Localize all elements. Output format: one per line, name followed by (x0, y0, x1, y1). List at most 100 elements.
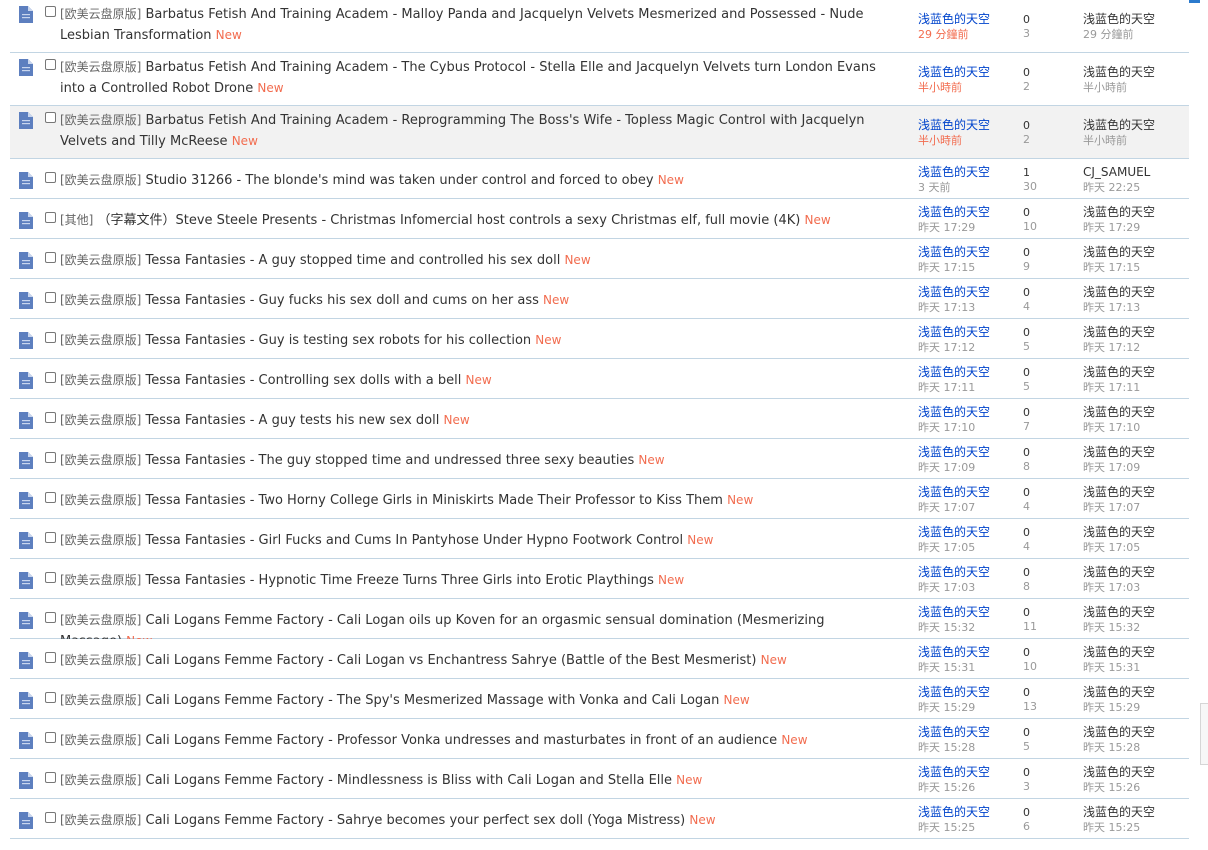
thread-select-checkbox[interactable] (45, 59, 56, 70)
author-link[interactable]: 浅蓝色的天空 (918, 565, 990, 580)
document-icon[interactable] (19, 652, 33, 669)
author-link[interactable]: 浅蓝色的天空 (918, 325, 990, 340)
document-icon[interactable] (19, 332, 33, 349)
last-post-time[interactable]: 昨天 22:25 (1083, 180, 1150, 195)
document-icon[interactable] (19, 492, 33, 509)
last-poster-link[interactable]: 浅蓝色的天空 (1083, 245, 1155, 260)
last-post-time[interactable]: 昨天 17:09 (1083, 460, 1155, 475)
thread-title-link[interactable]: Tessa Fantasies - Guy fucks his sex doll… (146, 293, 539, 308)
scroll-to-top-tab[interactable] (1200, 703, 1208, 765)
last-poster-link[interactable]: CJ_SAMUEL (1083, 165, 1150, 180)
document-icon[interactable] (19, 59, 33, 76)
thread-title-link[interactable]: Cali Logans Femme Factory - The Spy's Me… (146, 693, 720, 708)
last-poster-link[interactable]: 浅蓝色的天空 (1083, 765, 1155, 780)
thread-select-checkbox[interactable] (45, 332, 56, 343)
thread-category-link[interactable]: [其他] (60, 213, 93, 227)
thread-title-link[interactable]: Tessa Fantasies - A guy tests his new se… (146, 413, 440, 428)
last-post-time[interactable]: 昨天 15:26 (1083, 780, 1155, 795)
thread-select-checkbox[interactable] (45, 612, 56, 623)
author-link[interactable]: 浅蓝色的天空 (918, 285, 990, 300)
thread-category-link[interactable]: [欧美云盘原版] (60, 613, 141, 627)
thread-title-link[interactable]: Barbatus Fetish And Training Academ - Ma… (60, 7, 864, 43)
document-icon[interactable] (19, 372, 33, 389)
thread-title-link[interactable]: Tessa Fantasies - The guy stopped time a… (146, 453, 635, 468)
last-post-time[interactable]: 昨天 17:05 (1083, 540, 1155, 555)
last-poster-link[interactable]: 浅蓝色的天空 (1083, 565, 1155, 580)
author-link[interactable]: 浅蓝色的天空 (918, 765, 990, 780)
author-link[interactable]: 浅蓝色的天空 (918, 245, 990, 260)
thread-select-checkbox[interactable] (45, 572, 56, 583)
last-poster-link[interactable]: 浅蓝色的天空 (1083, 365, 1155, 380)
thread-category-link[interactable]: [欧美云盘原版] (60, 373, 141, 387)
last-post-time[interactable]: 昨天 15:28 (1083, 740, 1155, 755)
document-icon[interactable] (19, 692, 33, 709)
last-poster-link[interactable]: 浅蓝色的天空 (1083, 725, 1155, 740)
last-poster-link[interactable]: 浅蓝色的天空 (1083, 445, 1155, 460)
thread-select-checkbox[interactable] (45, 112, 56, 123)
thread-title-link[interactable]: Barbatus Fetish And Training Academ - Re… (60, 113, 865, 149)
last-poster-link[interactable]: 浅蓝色的天空 (1083, 685, 1155, 700)
last-poster-link[interactable]: 浅蓝色的天空 (1083, 645, 1155, 660)
thread-select-checkbox[interactable] (45, 412, 56, 423)
document-icon[interactable] (19, 452, 33, 469)
thread-category-link[interactable]: [欧美云盘原版] (60, 413, 141, 427)
last-poster-link[interactable]: 浅蓝色的天空 (1083, 325, 1155, 340)
author-link[interactable]: 浅蓝色的天空 (918, 365, 990, 380)
document-icon[interactable] (19, 612, 33, 629)
thread-title-link[interactable]: Cali Logans Femme Factory - Professor Vo… (146, 733, 778, 748)
document-icon[interactable] (19, 772, 33, 789)
thread-title-link[interactable]: （字幕文件）Steve Steele Presents - Christmas … (98, 213, 801, 228)
last-poster-link[interactable]: 浅蓝色的天空 (1083, 205, 1155, 220)
thread-category-link[interactable]: [欧美云盘原版] (60, 653, 141, 667)
thread-title-link[interactable]: Tessa Fantasies - Hypnotic Time Freeze T… (146, 573, 654, 588)
thread-title-link[interactable]: Studio 31266 - The blonde's mind was tak… (146, 173, 654, 188)
last-poster-link[interactable]: 浅蓝色的天空 (1083, 605, 1155, 620)
last-post-time[interactable]: 昨天 17:11 (1083, 380, 1155, 395)
thread-select-checkbox[interactable] (45, 292, 56, 303)
document-icon[interactable] (19, 6, 33, 23)
thread-category-link[interactable]: [欧美云盘原版] (60, 253, 141, 267)
document-icon[interactable] (19, 412, 33, 429)
document-icon[interactable] (19, 812, 33, 829)
thread-category-link[interactable]: [欧美云盘原版] (60, 113, 141, 127)
thread-select-checkbox[interactable] (45, 452, 56, 463)
author-link[interactable]: 浅蓝色的天空 (918, 118, 990, 133)
author-link[interactable]: 浅蓝色的天空 (918, 725, 990, 740)
thread-select-checkbox[interactable] (45, 812, 56, 823)
last-post-time[interactable]: 半小時前 (1083, 80, 1155, 95)
last-post-time[interactable]: 半小時前 (1083, 133, 1155, 148)
thread-category-link[interactable]: [欧美云盘原版] (60, 733, 141, 747)
last-post-time[interactable]: 昨天 17:12 (1083, 340, 1155, 355)
thread-title-link[interactable]: Cali Logans Femme Factory - Cali Logan v… (146, 653, 757, 668)
document-icon[interactable] (19, 532, 33, 549)
document-icon[interactable] (19, 292, 33, 309)
thread-category-link[interactable]: [欧美云盘原版] (60, 693, 141, 707)
document-icon[interactable] (19, 572, 33, 589)
thread-title-link[interactable]: Tessa Fantasies - Guy is testing sex rob… (146, 333, 532, 348)
thread-select-checkbox[interactable] (45, 6, 56, 17)
author-link[interactable]: 浅蓝色的天空 (918, 685, 990, 700)
author-link[interactable]: 浅蓝色的天空 (918, 525, 990, 540)
author-link[interactable]: 浅蓝色的天空 (918, 485, 990, 500)
last-post-time[interactable]: 昨天 17:03 (1083, 580, 1155, 595)
last-poster-link[interactable]: 浅蓝色的天空 (1083, 485, 1155, 500)
thread-select-checkbox[interactable] (45, 212, 56, 223)
thread-title-link[interactable]: Tessa Fantasies - Girl Fucks and Cums In… (146, 533, 684, 548)
last-poster-link[interactable]: 浅蓝色的天空 (1083, 285, 1155, 300)
document-icon[interactable] (19, 172, 33, 189)
thread-title-link[interactable]: Tessa Fantasies - Controlling sex dolls … (146, 373, 462, 388)
author-link[interactable]: 浅蓝色的天空 (918, 165, 990, 180)
last-post-time[interactable]: 昨天 15:31 (1083, 660, 1155, 675)
thread-select-checkbox[interactable] (45, 532, 56, 543)
document-icon[interactable] (19, 252, 33, 269)
author-link[interactable]: 浅蓝色的天空 (918, 645, 990, 660)
thread-category-link[interactable]: [欧美云盘原版] (60, 573, 141, 587)
thread-select-checkbox[interactable] (45, 692, 56, 703)
last-post-time[interactable]: 29 分鐘前 (1083, 27, 1155, 42)
thread-category-link[interactable]: [欧美云盘原版] (60, 453, 141, 467)
last-post-time[interactable]: 昨天 17:10 (1083, 420, 1155, 435)
last-post-time[interactable]: 昨天 15:29 (1083, 700, 1155, 715)
thread-category-link[interactable]: [欧美云盘原版] (60, 173, 141, 187)
last-post-time[interactable]: 昨天 17:29 (1083, 220, 1155, 235)
thread-select-checkbox[interactable] (45, 652, 56, 663)
